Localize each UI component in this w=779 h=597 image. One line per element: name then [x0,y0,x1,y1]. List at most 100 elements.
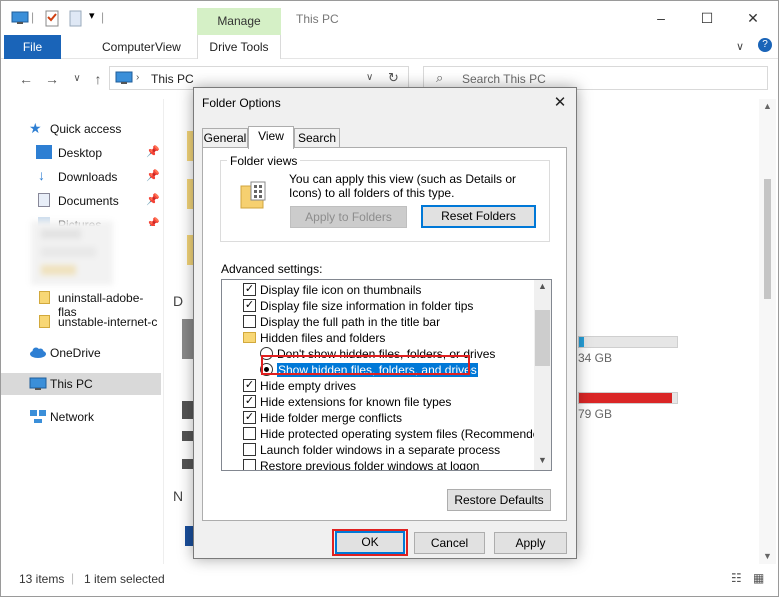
sidebar-item-label: OneDrive [50,346,101,360]
sidebar-item-label: Network [50,410,95,424]
tab-view[interactable]: View [155,35,181,59]
help-icon[interactable]: ? [758,38,772,52]
pin-icon[interactable]: 📌 [146,217,160,226]
group-title: Folder views [227,154,301,168]
sidebar-item-downloads[interactable]: ↓ Downloads 📌 [1,166,161,188]
sidebar-item-folder[interactable]: uninstall-adobe-flas [1,287,161,319]
ribbon-expand-icon[interactable]: ∨ [736,40,744,53]
settings-row[interactable]: Hidden files and folders [222,330,534,346]
recent-locations-icon[interactable]: ∨ [67,69,87,89]
settings-row[interactable]: ✓ Display file size information in folder… [222,298,534,314]
new-folder-icon[interactable] [69,9,83,27]
blurred-region [31,221,113,285]
settings-row-label: Display the full path in the title bar [260,315,441,329]
scroll-down-icon[interactable]: ▼ [538,455,547,465]
dialog-close-button[interactable]: ✕ [548,92,572,114]
cloud-icon [30,347,46,358]
advanced-settings-label: Advanced settings: [221,262,323,276]
folder-views-description: You can apply this view (such as Details… [289,172,517,200]
refresh-icon[interactable]: ↻ [388,70,399,86]
up-arrow-icon[interactable]: ↑ [88,69,108,89]
settings-row[interactable]: Hide protected operating system files (R… [222,426,550,442]
restore-defaults-button[interactable]: Restore Defaults [447,489,551,511]
drive-free-space: 34 GB [578,351,613,365]
sidebar-item-desktop[interactable]: Desktop 📌 [1,142,161,164]
chevron-down-icon[interactable]: ▾ [89,9,95,22]
tab-view[interactable]: View [248,126,294,149]
separator: | [71,571,75,585]
checkbox[interactable]: ✓ [243,299,256,312]
star-icon: ★ [29,120,42,136]
scrollbar-thumb[interactable] [764,179,771,299]
back-arrow-icon[interactable]: ← [16,69,36,89]
settings-row[interactable]: Restore previous folder windows at logon [222,458,534,470]
scrollbar[interactable]: ▲ ▼ [759,99,776,564]
section-header-devices[interactable]: D [173,293,183,309]
folder-icon [39,315,50,328]
properties-icon[interactable] [45,9,59,27]
computer-icon [11,11,29,24]
maximize-button[interactable]: ☐ [693,7,721,29]
scrollbar-thumb[interactable] [535,310,550,366]
tab-general[interactable]: General [202,128,248,148]
scroll-up-icon[interactable]: ▲ [763,101,772,111]
checkbox[interactable] [243,315,256,328]
pane-divider [163,99,164,564]
settings-row[interactable]: Display the full path in the title bar [222,314,534,330]
scroll-down-icon[interactable]: ▼ [763,551,772,561]
large-icons-view-icon[interactable]: ▦ [753,571,764,585]
settings-row-label: Hide empty drives [260,379,357,393]
manage-tab[interactable]: Manage [197,8,281,35]
tab-file[interactable]: File [4,35,61,59]
sidebar-item-label: unstable-internet-c [58,315,158,329]
settings-row[interactable]: ✓ Hide extensions for known file types [222,394,534,410]
pin-icon[interactable]: 📌 [146,145,160,158]
sidebar-item-onedrive[interactable]: OneDrive [1,342,161,364]
breadcrumb-chevron-icon[interactable]: › [136,72,139,83]
drive-capacity-bar [578,336,678,348]
search-input[interactable]: Search This PC [462,72,546,86]
reset-folders-button[interactable]: Reset Folders [421,205,536,228]
checkbox[interactable] [243,443,256,456]
tab-search[interactable]: Search [294,128,340,148]
window-title: This PC [296,12,339,26]
section-header-network[interactable]: N [173,488,183,504]
sidebar-item-quick-access[interactable]: ★ Quick access [1,118,161,140]
sidebar-item-this-pc[interactable]: This PC [1,373,161,395]
details-view-icon[interactable]: ☷ [731,571,742,585]
pin-icon[interactable]: 📌 [146,193,160,206]
folder-views-icon [240,181,266,209]
selection-count: 1 item selected [84,572,165,586]
settings-row[interactable]: ✓ Hide folder merge conflicts [222,410,534,426]
view-tab-panel: Folder views You can apply this view (su… [202,147,567,521]
apply-button[interactable]: Apply [494,532,567,554]
forward-arrow-icon[interactable]: → [42,69,62,89]
settings-scrollbar[interactable]: ▲ ▼ [534,280,551,470]
checkbox[interactable] [243,459,256,470]
checkbox[interactable]: ✓ [243,283,256,296]
item-count: 13 items [19,572,65,586]
dialog-title: Folder Options [202,96,281,110]
scroll-up-icon[interactable]: ▲ [538,281,547,291]
sidebar-item-documents[interactable]: Documents 📌 [1,190,161,212]
checkbox[interactable]: ✓ [243,395,256,408]
advanced-settings-list[interactable]: ✓ Display file icon on thumbnails ✓ Display… [221,279,552,471]
tab-drive-tools[interactable]: Drive Tools [197,35,281,59]
pin-icon[interactable]: 📌 [146,169,160,182]
settings-row[interactable]: Launch folder windows in a separate proc… [222,442,534,458]
address-dropdown-icon[interactable]: ∨ [366,72,373,83]
settings-row[interactable]: ✓ Hide empty drives [222,378,534,394]
close-button[interactable]: ✕ [739,7,767,29]
checkbox[interactable] [243,427,256,440]
cancel-button[interactable]: Cancel [414,532,485,554]
sidebar-item-folder[interactable]: unstable-internet-c [1,311,161,333]
checkbox[interactable]: ✓ [243,379,256,392]
minimize-button[interactable]: – [647,7,675,29]
apply-to-folders-button[interactable]: Apply to Folders [290,206,407,228]
desktop-icon [36,145,52,159]
sidebar-item-network[interactable]: Network [1,406,161,428]
address-text: This PC [151,72,194,86]
tab-computer[interactable]: Computer [102,35,155,59]
checkbox[interactable]: ✓ [243,411,256,424]
settings-row[interactable]: ✓ Display file icon on thumbnails [222,282,534,298]
